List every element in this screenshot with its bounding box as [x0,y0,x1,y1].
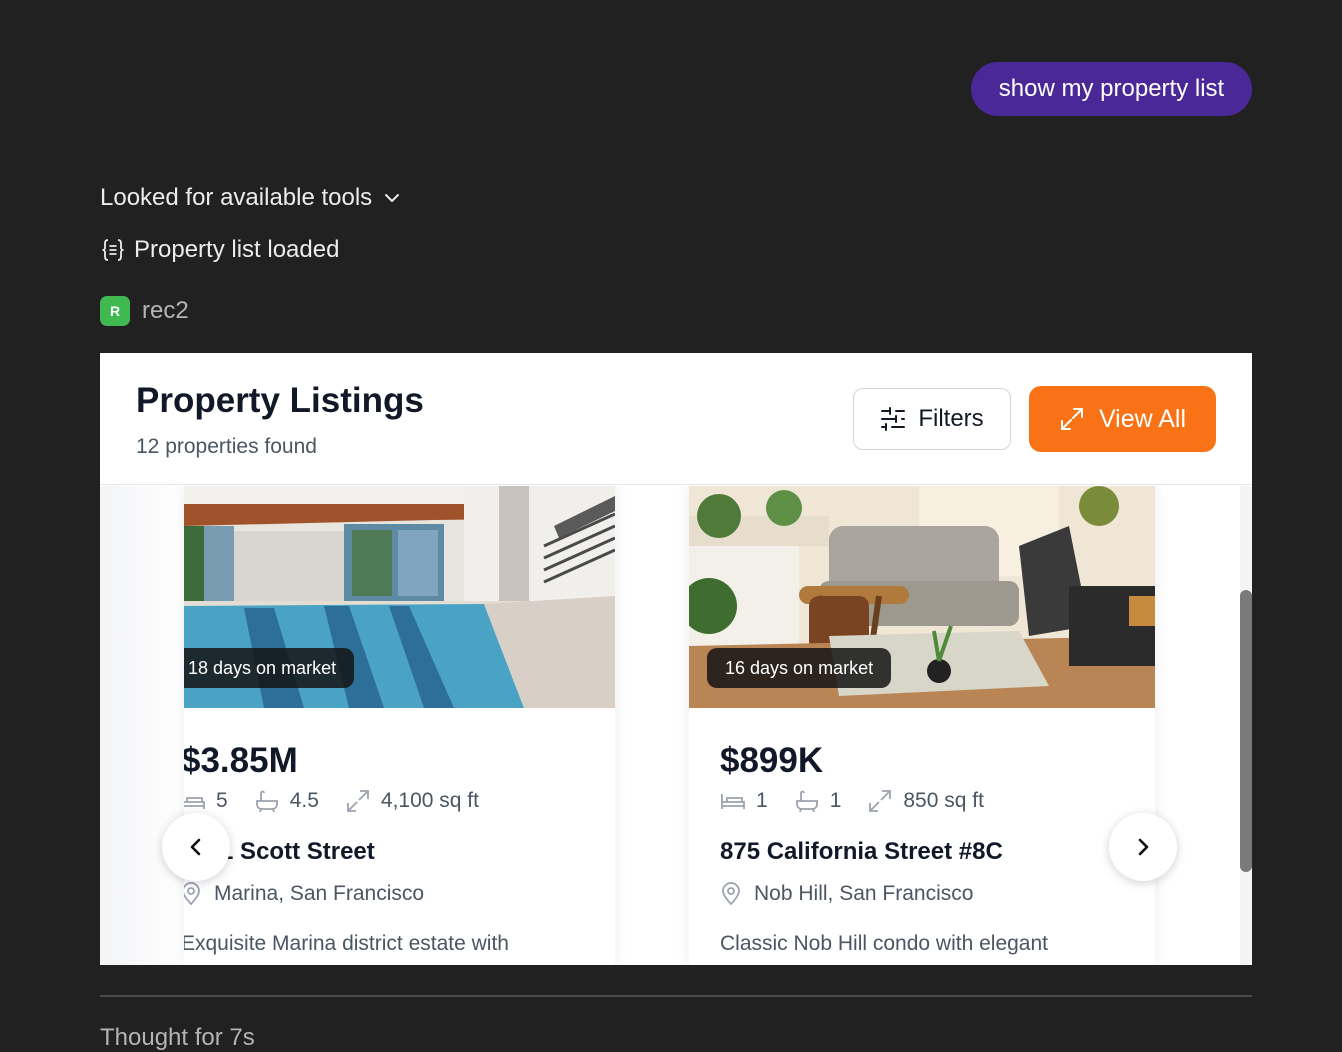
app-attribution: R rec2 [100,296,189,326]
tool-result-status: Property list loaded [100,236,339,264]
chevron-left-icon [190,838,201,856]
message-divider [100,995,1252,997]
beds-value: 1 [756,789,768,812]
widget-header: Property Listings 12 properties found Fi… [100,353,1252,485]
listing-stats: 5 4.5 4,100 sq ft [184,788,493,814]
listing-location: Nob Hill, San Francisco [720,882,973,906]
widget-title: Property Listings [136,381,424,420]
listing-description: Exquisite Marina district estate with [184,932,509,955]
property-card[interactable]: 16 days on market $899K 1 1 850 sq ft 87… [689,486,1155,965]
property-listings-widget: Property Listings 12 properties found Fi… [100,353,1252,965]
days-on-market-badge: 16 days on market [707,648,892,688]
view-all-label: View All [1098,404,1187,433]
resize-icon [869,790,892,812]
listing-stats: 1 1 850 sq ft [720,788,998,814]
location-text: Nob Hill, San Francisco [754,882,974,905]
size-value: 850 sq ft [903,789,984,812]
listing-address: 875 California Street #8C [720,838,1003,865]
size-stat: 4,100 sq ft [345,788,479,814]
location-text: Marina, San Francisco [214,882,425,905]
baths-stat: 1 [794,788,842,814]
property-card[interactable]: 18 days on market $3.85M 5 4.5 4,100 sq … [184,486,615,965]
sliders-icon [881,407,906,431]
listing-price: $899K [720,741,824,780]
expand-arrows-icon [1060,408,1083,430]
beds-value: 5 [216,789,228,812]
chevron-down-icon [385,194,400,202]
chevron-right-icon [1138,838,1149,856]
carousel-left-fade [100,486,184,965]
tool-result-label: Property list loaded [134,236,340,263]
filters-button[interactable]: Filters [853,388,1011,450]
filters-label: Filters [918,405,984,432]
user-message-text: show my property list [998,75,1225,102]
map-pin-icon [722,882,740,906]
app-avatar-initial: R [109,303,121,319]
tools-disclosure[interactable]: Looked for available tools [100,184,402,212]
listing-description: Classic Nob Hill condo with elegant [720,932,1048,955]
carousel-next-button[interactable] [1109,813,1177,881]
bed-icon [721,794,745,809]
app-name: rec2 [142,297,189,324]
tools-disclosure-label: Looked for available tools [100,184,373,211]
days-on-market-badge: 18 days on market [184,648,355,688]
user-message-bubble: show my property list [971,62,1252,116]
listing-location: Marina, San Francisco [184,882,424,906]
widget-scrollbar-thumb[interactable] [1240,590,1252,872]
carousel-prev-button[interactable] [162,813,230,881]
bath-icon [795,790,818,813]
json-braces-icon [102,239,124,261]
view-all-button[interactable]: View All [1029,386,1216,452]
properties-count: 12 properties found [136,435,317,458]
beds-stat: 5 [184,788,228,814]
thought-duration[interactable]: Thought for 7s [100,1024,255,1052]
resize-icon [346,790,369,812]
app-avatar: R [100,296,130,326]
beds-stat: 1 [720,788,768,814]
baths-value: 4.5 [289,789,319,812]
bed-icon [184,797,205,809]
baths-value: 1 [829,789,842,812]
listings-carousel: 18 days on market $3.85M 5 4.5 4,100 sq … [100,486,1252,965]
baths-stat: 4.5 [254,788,319,814]
map-pin-icon [184,882,200,906]
listing-price: $3.85M [184,741,298,780]
size-stat: 850 sq ft [867,788,984,814]
bath-icon [255,790,278,813]
size-value: 4,100 sq ft [380,789,479,812]
